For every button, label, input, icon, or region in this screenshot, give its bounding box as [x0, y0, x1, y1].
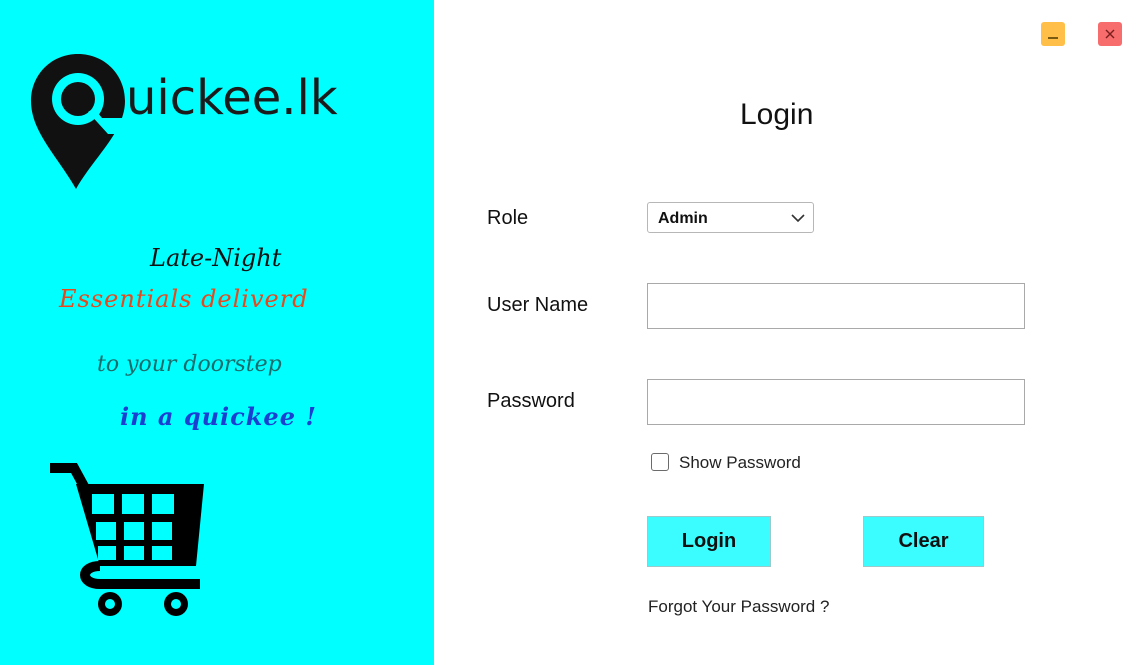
username-label: User Name: [487, 294, 589, 316]
location-pin-logo-icon: [31, 54, 126, 189]
close-button[interactable]: [1098, 22, 1122, 46]
tagline-late-night: Late-Night: [150, 244, 282, 272]
clear-button[interactable]: Clear: [863, 516, 984, 567]
chevron-down-icon: [791, 214, 805, 223]
password-label: Password: [487, 390, 575, 412]
show-password-checkbox[interactable]: [651, 453, 669, 471]
role-dropdown[interactable]: Admin: [647, 202, 814, 233]
role-label: Role: [487, 207, 529, 229]
username-input[interactable]: [647, 283, 1025, 329]
close-icon: [1105, 29, 1115, 39]
shopping-cart-icon: [50, 463, 204, 616]
forgot-password-link[interactable]: Forgot Your Password ?: [648, 598, 829, 615]
minimize-icon: [1048, 37, 1058, 39]
brand-panel: uickee.lk Late-Night Essentials deliverd…: [0, 0, 434, 665]
tagline-quickee: in a quickee !: [120, 402, 317, 431]
login-button[interactable]: Login: [647, 516, 771, 567]
minimize-button[interactable]: [1041, 22, 1065, 46]
role-selected-value: Admin: [658, 210, 708, 227]
brand-logo-text: uickee.lk: [126, 70, 338, 126]
show-password-label[interactable]: Show Password: [679, 454, 801, 471]
tagline-essentials: Essentials deliverd: [59, 285, 309, 313]
page-title: Login: [740, 98, 814, 131]
tagline-doorstep: to your doorstep: [97, 352, 282, 377]
password-input[interactable]: [647, 379, 1025, 425]
